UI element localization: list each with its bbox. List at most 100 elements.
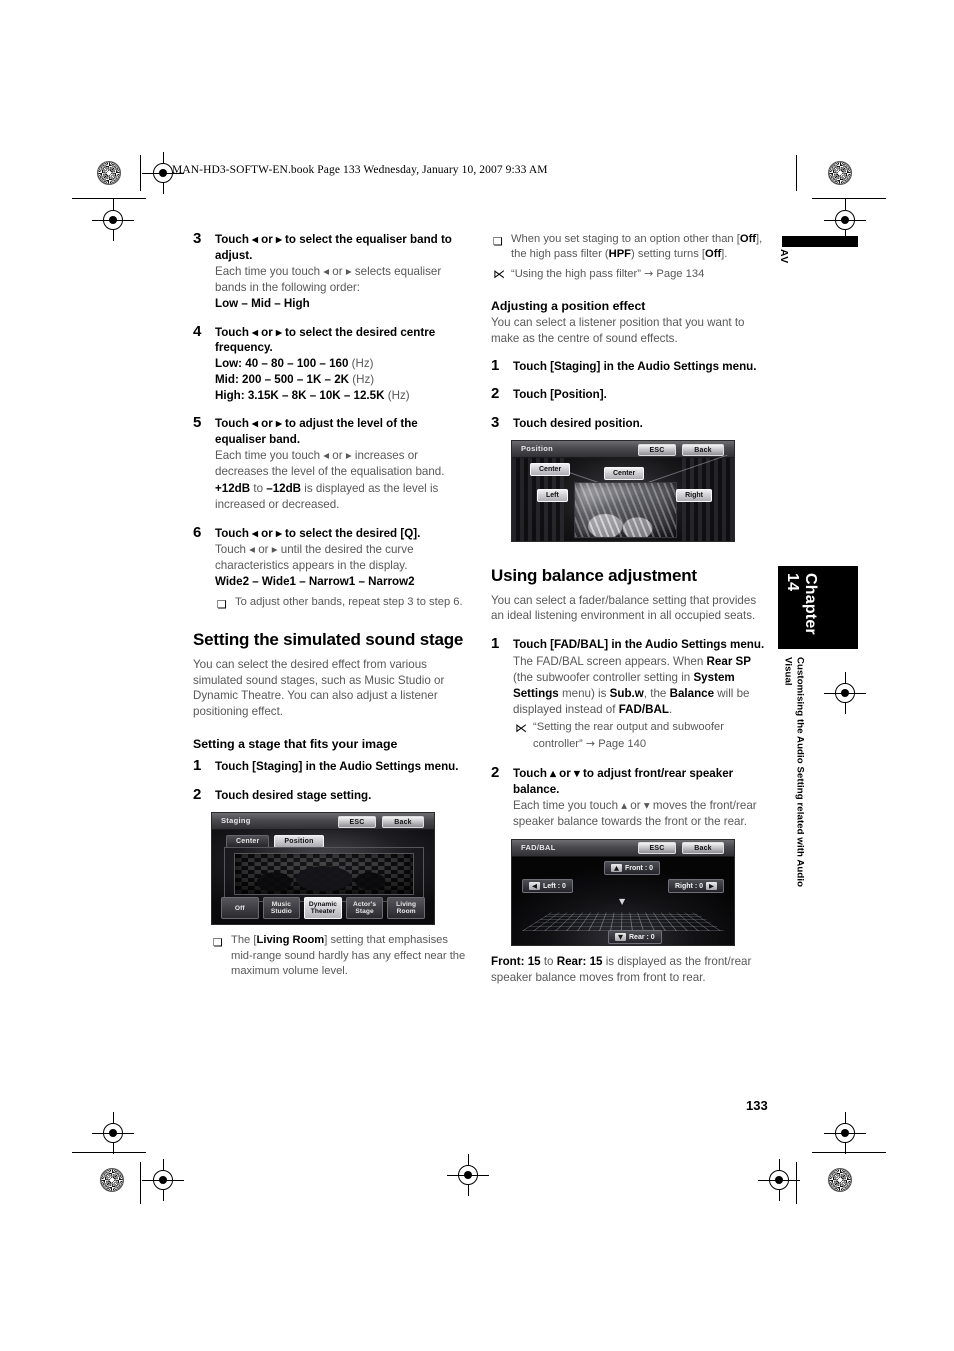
- registration-mark-left-lower: [92, 1112, 134, 1154]
- fadbal-rear-control[interactable]: ▼ Rear : 0: [608, 929, 662, 944]
- note-bullet-icon: ❏: [493, 235, 503, 248]
- step-4-number: 4: [193, 322, 202, 340]
- note-bullet-icon: ❏: [213, 936, 223, 950]
- hpf-note-hpf: HPF: [608, 248, 632, 261]
- registration-mark-bottom-center-left: [142, 1159, 184, 1201]
- position-step-2-title: Touch [Position].: [513, 388, 607, 402]
- staging-button-off[interactable]: Off: [221, 897, 259, 920]
- hpf-note: ❏ When you set staging to an option othe…: [491, 232, 769, 263]
- left-column: 3 Touch ◂ or ▸ to select the equaliser b…: [193, 230, 471, 979]
- position-step-1-number: 1: [491, 356, 500, 374]
- step-4: 4 Touch ◂ or ▸ to select the desired cen…: [193, 322, 471, 404]
- staging-button-actors-stage[interactable]: Actor's Stage: [345, 897, 384, 920]
- fadbal-screen-body: ▼ ▲ Front : 0 ◀ Left : 0 Right : 0 ▶ ▼ Rear …: [512, 857, 734, 945]
- step-6-note: ❏ To adjust other bands, repeat step 3 t…: [215, 595, 471, 611]
- position-seats-image: [574, 482, 677, 539]
- bal-rear-sp: Rear SP: [706, 654, 752, 668]
- fadbal-title-bar: FAD/BAL ESC Back: [512, 839, 734, 857]
- staging-back-button[interactable]: Back: [382, 815, 424, 828]
- stage-step-1: 1 Touch [Staging] in the Audio Settings …: [193, 757, 471, 775]
- step-6-values: Wide2 – Wide1 – Narrow1 – Narrow2: [215, 575, 415, 589]
- running-header: MAN-HD3-SOFTW-EN.book Page 133 Wednesday…: [172, 164, 548, 176]
- position-lead: You can select a listener position that …: [491, 316, 745, 345]
- section-heading-balance-adjustment: Using balance adjustment: [491, 566, 697, 586]
- step-4-low-values: Low: 40 – 80 – 100 – 160: [215, 356, 349, 370]
- fadbal-left-value: Left : 0: [543, 882, 566, 890]
- hpf-note-mid-2: ) setting turns [: [631, 248, 706, 261]
- reference-arrow-icon: ⋉: [493, 266, 505, 281]
- balance-caption-to: to: [540, 954, 557, 968]
- fadbal-front-control[interactable]: ▲ Front : 0: [604, 860, 660, 875]
- step-3-body: Each time you touch ◂ or ▸ selects equal…: [215, 265, 442, 294]
- staging-button-living-room[interactable]: Living Room: [387, 897, 425, 920]
- step-6: 6 Touch ◂ or ▸ to select the desired [Q]…: [193, 523, 471, 611]
- staging-note-bold: Living Room: [256, 934, 325, 947]
- position-tab-center[interactable]: Center: [530, 463, 571, 477]
- staging-button-off-line1: Off: [234, 904, 245, 912]
- hpf-ref-page: Page 134: [656, 267, 705, 280]
- bal-subw: Sub.w: [609, 686, 644, 700]
- hpf-note-off-1: Off: [739, 233, 757, 245]
- crop-line-top-left: [72, 198, 146, 199]
- position-button-left[interactable]: Left: [537, 489, 568, 503]
- step-5-title: Touch ◂ or ▸ to adjust the level of the …: [215, 417, 418, 446]
- step-3-title: Touch ◂ or ▸ to select the equaliser ban…: [215, 233, 452, 262]
- staging-esc-button[interactable]: ESC: [338, 815, 376, 828]
- staging-screen-title: Staging: [221, 816, 251, 826]
- position-title-bar: Position ESC Back: [512, 441, 734, 459]
- subheading-stage-fits-image: Setting a stage that fits your image: [193, 737, 398, 752]
- step-6-note-text: To adjust other bands, repeat step 3 to …: [235, 596, 463, 609]
- crop-line-bottom-right: [812, 1152, 886, 1153]
- chapter-tab-box: Chapter 14: [778, 566, 858, 649]
- position-back-button[interactable]: Back: [682, 443, 724, 456]
- stage-step-1-title: Touch [Staging] in the Audio Settings me…: [215, 760, 459, 774]
- position-button-right[interactable]: Right: [676, 489, 712, 503]
- fadbal-screen-title: FAD/BAL: [521, 842, 556, 852]
- crop-line-right-vertical: [796, 155, 797, 191]
- crop-line-bottom-left-vertical: [140, 1162, 141, 1204]
- position-esc-button[interactable]: ESC: [638, 443, 676, 456]
- fadbal-down-arrow-icon: ▼: [615, 932, 626, 941]
- staging-button-music-studio[interactable]: Music Studio: [262, 897, 301, 920]
- step-3-number: 3: [193, 230, 202, 247]
- halftone-mark-top-right: [828, 161, 852, 185]
- position-screen-figure: Position ESC Back Center Center Left Rig…: [511, 440, 735, 543]
- registration-mark-bottom-center-right: [758, 1159, 800, 1201]
- hpf-note-post: ].: [721, 248, 728, 261]
- fadbal-right-control[interactable]: Right : 0 ▶: [668, 878, 724, 893]
- hpf-ref-arrow-icon: →: [644, 266, 654, 280]
- step-4-high-values: High: 3.15K – 8K – 10K – 12.5K: [215, 388, 385, 402]
- balance-caption-rear: Rear: 15: [556, 954, 603, 968]
- chapter-tab-label: Chapter 14: [784, 573, 819, 635]
- fadbal-back-button[interactable]: Back: [682, 842, 724, 855]
- step-4-mid: Mid: 200 – 500 – 1K – 2K (Hz): [215, 372, 471, 388]
- staging-button-living-room-line1: Living: [396, 900, 417, 908]
- staging-preview-image: [234, 853, 414, 896]
- crop-line-top-right: [812, 198, 886, 199]
- step-6-number: 6: [193, 523, 202, 541]
- balance-step-1: 1 Touch [FAD/BAL] in the Audio Settings …: [491, 635, 769, 752]
- fadbal-front-value: Front : 0: [625, 864, 653, 872]
- bal-fadbal: FAD/BAL: [618, 702, 669, 716]
- balance-step-1-number: 1: [491, 635, 500, 653]
- registration-mark-right-lower: [824, 1112, 866, 1154]
- fadbal-esc-button[interactable]: ESC: [638, 842, 676, 855]
- fadbal-left-control[interactable]: ◀ Left : 0: [522, 878, 573, 893]
- margin-tab-rule: [782, 236, 858, 247]
- step-4-high: High: 3.15K – 8K – 10K – 12.5K (Hz): [215, 388, 471, 404]
- step-4-title: Touch ◂ or ▸ to select the desired centr…: [215, 325, 436, 355]
- registration-mark-right-middle: [824, 672, 866, 714]
- halftone-mark-bottom-left: [100, 1168, 124, 1192]
- bal-ref-page: Page 140: [598, 737, 647, 750]
- crop-line-bottom-left: [72, 1152, 146, 1153]
- position-step-3: 3 Touch desired position.: [491, 414, 769, 432]
- staging-note-pre: The [: [231, 934, 257, 947]
- reference-arrow-icon: ⋉: [515, 721, 527, 736]
- position-button-center[interactable]: Center: [604, 467, 645, 481]
- fadbal-up-arrow-icon: ▲: [611, 863, 622, 872]
- balance-step-2-number: 2: [491, 764, 500, 782]
- staging-button-dynamic-theater[interactable]: Dynamic Theater: [304, 897, 342, 920]
- position-step-2: 2 Touch [Position].: [491, 385, 769, 403]
- stage-step-2: 2 Touch desired stage setting.: [193, 786, 471, 804]
- section-heading-simulated-sound-stage: Setting the simulated sound stage: [193, 630, 464, 650]
